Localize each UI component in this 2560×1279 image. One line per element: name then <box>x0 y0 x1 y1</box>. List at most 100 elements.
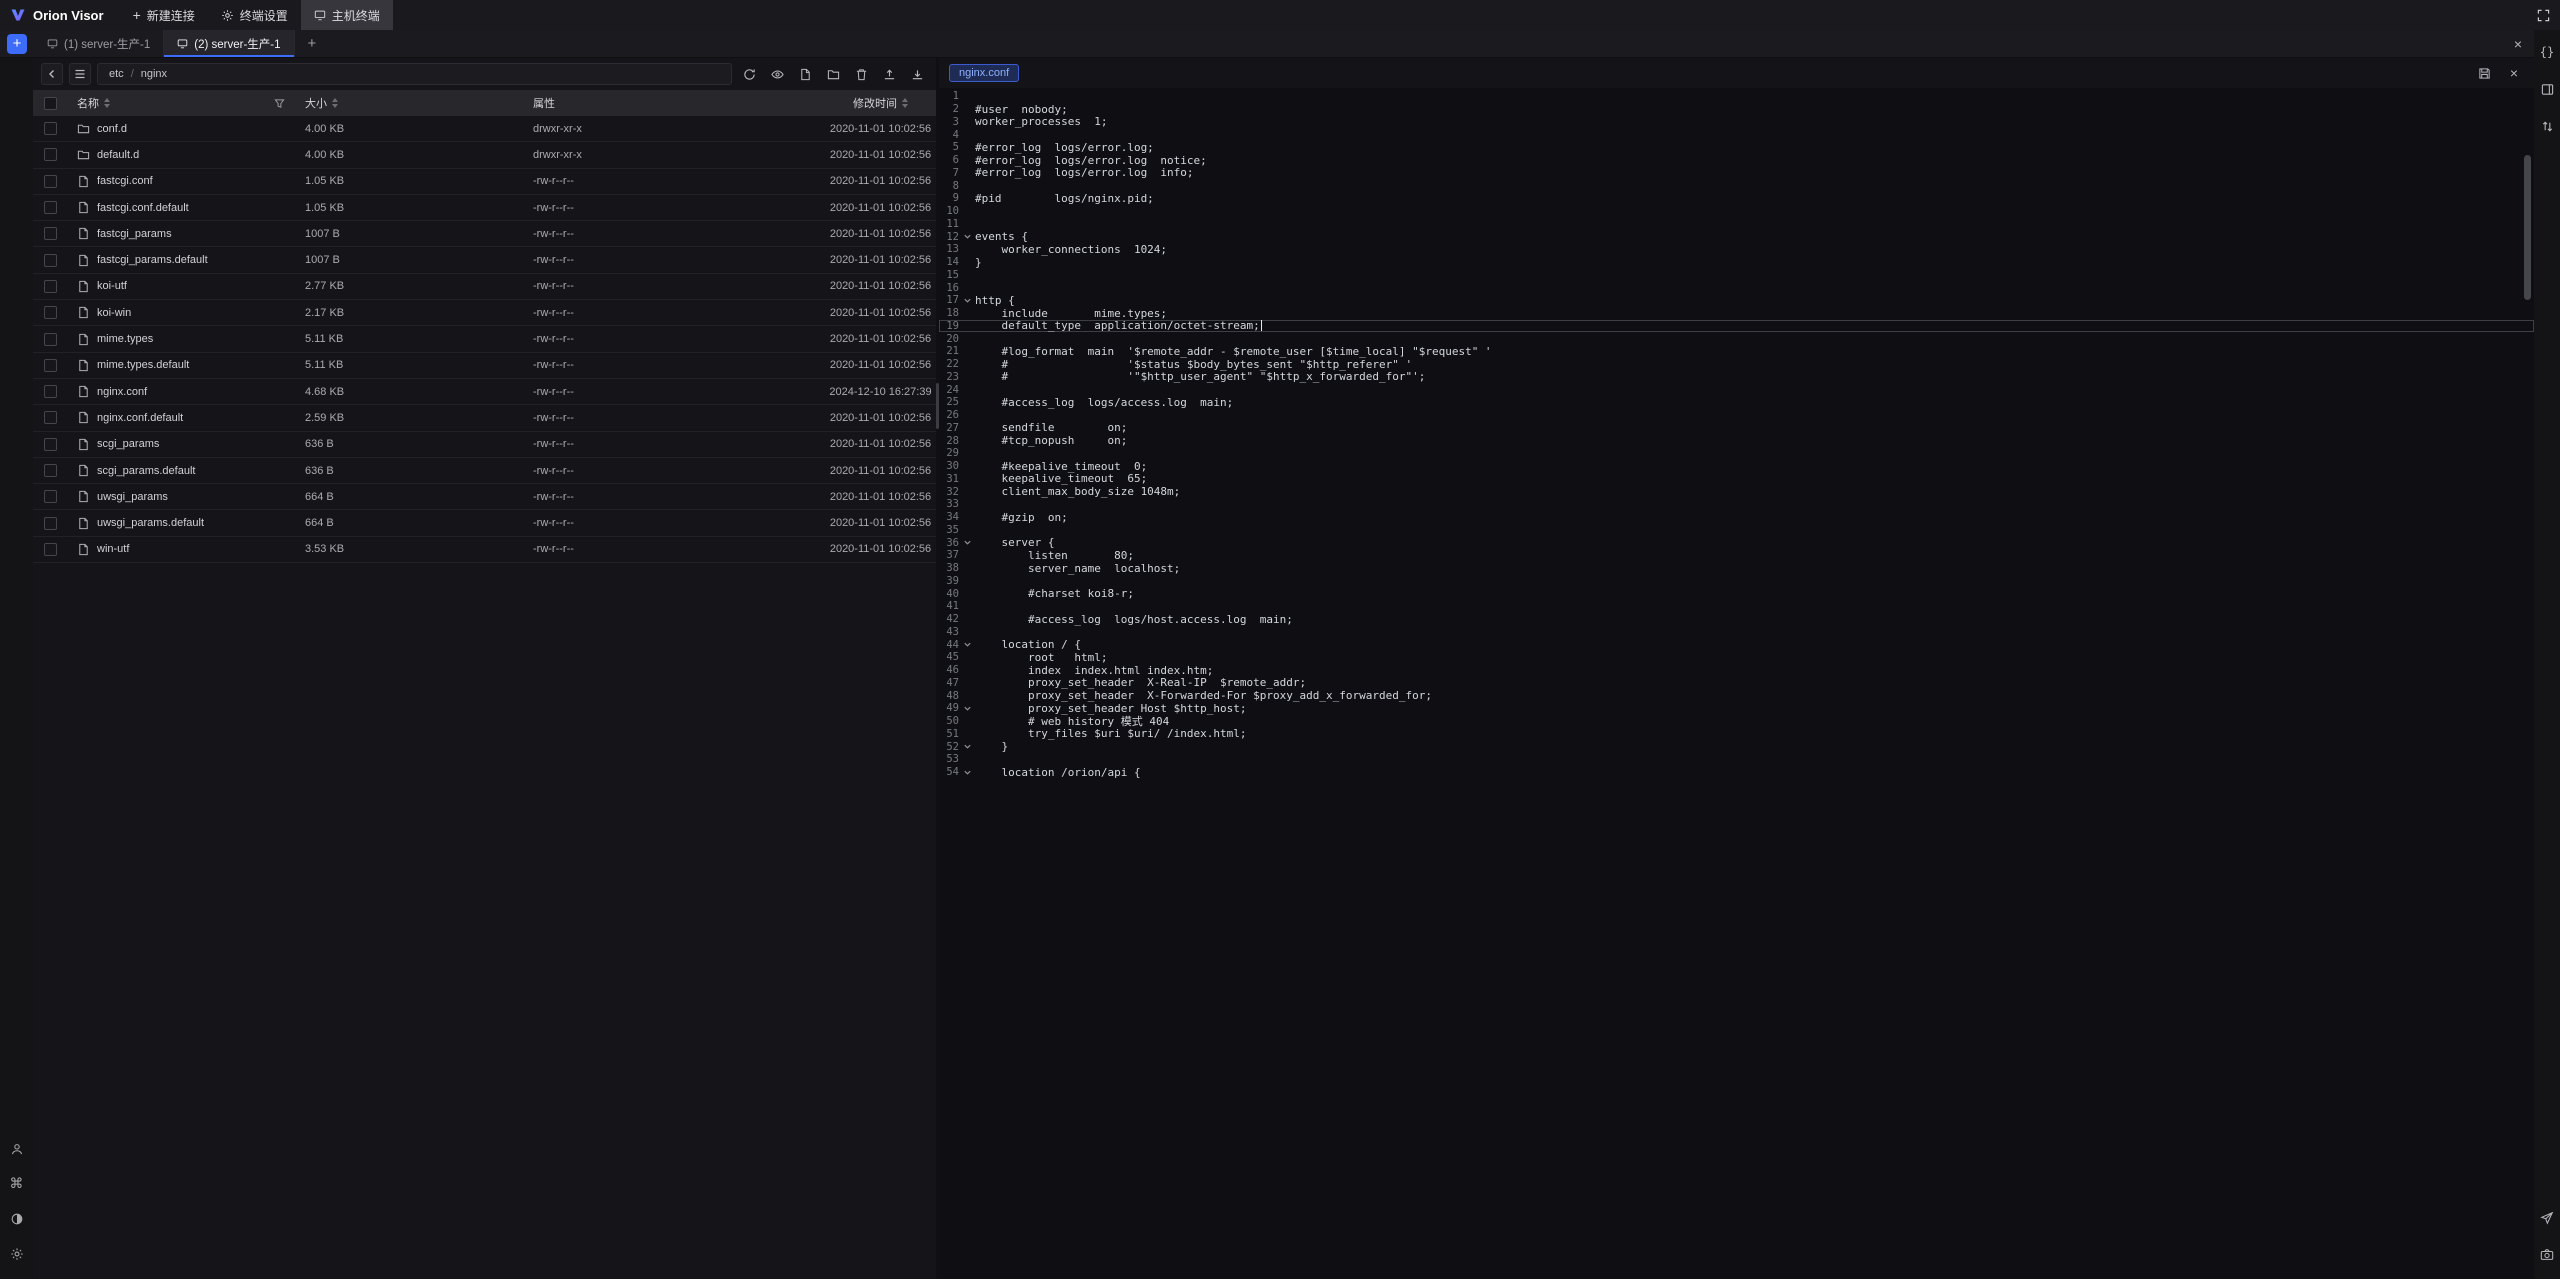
send-icon[interactable] <box>2537 1208 2557 1228</box>
save-button[interactable] <box>2474 63 2494 83</box>
fold-arrow-icon[interactable] <box>963 742 972 751</box>
new-folder-button[interactable] <box>822 63 844 85</box>
fold-arrow-icon[interactable] <box>963 768 972 777</box>
table-row[interactable]: fastcgi_params.default1007 B-rw-r--r--20… <box>33 247 936 273</box>
file-name[interactable]: mime.types.default <box>97 359 189 371</box>
table-row[interactable]: default.d4.00 KBdrwxr-xr-x2020-11-01 10:… <box>33 142 936 168</box>
file-name[interactable]: scgi_params <box>97 438 159 450</box>
sort-size-icon[interactable] <box>332 98 338 108</box>
sort-mtime-icon[interactable] <box>902 98 908 108</box>
fold-gutter[interactable] <box>959 232 975 241</box>
code-line[interactable]: 45 root html; <box>939 651 2534 664</box>
code-line[interactable]: 24 <box>939 383 2534 396</box>
code-line[interactable]: 17http { <box>939 294 2534 307</box>
file-name[interactable]: conf.d <box>97 123 127 135</box>
add-tab-button[interactable]: + <box>295 30 330 57</box>
code-line[interactable]: 23 # '"$http_user_agent" "$http_x_forwar… <box>939 371 2534 384</box>
fold-arrow-icon[interactable] <box>963 232 972 241</box>
table-row[interactable]: mime.types5.11 KB-rw-r--r--2020-11-01 10… <box>33 326 936 352</box>
code-line[interactable]: 16 <box>939 281 2534 294</box>
code-line[interactable]: 53 <box>939 753 2534 766</box>
sort-name-icon[interactable] <box>104 98 110 108</box>
editor-scrollbar[interactable] <box>2524 155 2531 300</box>
breadcrumb-segment-nginx[interactable]: nginx <box>141 68 167 80</box>
table-row[interactable]: uwsgi_params.default664 B-rw-r--r--2020-… <box>33 510 936 536</box>
code-line[interactable]: 9#pid logs/nginx.pid; <box>939 192 2534 205</box>
table-row[interactable]: fastcgi_params1007 B-rw-r--r--2020-11-01… <box>33 221 936 247</box>
code-editor[interactable]: 12#user nobody;3worker_processes 1;45#er… <box>939 88 2534 1279</box>
refresh-button[interactable] <box>738 63 760 85</box>
table-row[interactable]: nginx.conf4.68 KB-rw-r--r--2024-12-10 16… <box>33 379 936 405</box>
fold-gutter[interactable] <box>959 640 975 649</box>
code-line[interactable]: 47 proxy_set_header X-Real-IP $remote_ad… <box>939 677 2534 690</box>
row-checkbox[interactable] <box>44 411 57 424</box>
file-name[interactable]: fastcgi_params.default <box>97 254 208 266</box>
file-name[interactable]: mime.types <box>97 333 153 345</box>
code-line[interactable]: 25 #access_log logs/access.log main; <box>939 396 2534 409</box>
file-name[interactable]: win-utf <box>97 543 129 555</box>
code-line[interactable]: 33 <box>939 498 2534 511</box>
row-checkbox[interactable] <box>44 254 57 267</box>
code-line[interactable]: 3worker_processes 1; <box>939 116 2534 129</box>
row-checkbox[interactable] <box>44 148 57 161</box>
breadcrumb[interactable]: etc / nginx <box>97 63 732 85</box>
code-line[interactable]: 14} <box>939 256 2534 269</box>
row-checkbox[interactable] <box>44 175 57 188</box>
table-row[interactable]: conf.d4.00 KBdrwxr-xr-x2020-11-01 10:02:… <box>33 116 936 142</box>
code-line[interactable]: 21 #log_format main '$remote_addr - $rem… <box>939 345 2534 358</box>
row-checkbox[interactable] <box>44 333 57 346</box>
settings-icon[interactable] <box>7 1244 27 1264</box>
file-name[interactable]: uwsgi_params.default <box>97 517 204 529</box>
screenshot-icon[interactable] <box>2537 1245 2557 1265</box>
table-row[interactable]: scgi_params636 B-rw-r--r--2020-11-01 10:… <box>33 432 936 458</box>
menu-new-connection[interactable]: + 新建连接 <box>120 0 208 30</box>
code-line[interactable]: 44 location / { <box>939 638 2534 651</box>
table-row[interactable]: fastcgi.conf.default1.05 KB-rw-r--r--202… <box>33 195 936 221</box>
fold-gutter[interactable] <box>959 704 975 713</box>
row-checkbox[interactable] <box>44 517 57 530</box>
code-line[interactable]: 35 <box>939 524 2534 537</box>
select-all-checkbox[interactable] <box>44 97 57 110</box>
file-name[interactable]: fastcgi_params <box>97 228 172 240</box>
file-name[interactable]: koi-utf <box>97 280 127 292</box>
fullscreen-button[interactable] <box>2527 0 2560 30</box>
new-tab-button[interactable]: + <box>7 34 27 54</box>
table-row[interactable]: win-utf3.53 KB-rw-r--r--2020-11-01 10:02… <box>33 537 936 563</box>
row-checkbox[interactable] <box>44 227 57 240</box>
fold-gutter[interactable] <box>959 538 975 547</box>
code-line[interactable]: 18 include mime.types; <box>939 307 2534 320</box>
swap-vertical-icon[interactable] <box>2537 116 2557 136</box>
code-line[interactable]: 20 <box>939 332 2534 345</box>
table-row[interactable]: koi-win2.17 KB-rw-r--r--2020-11-01 10:02… <box>33 300 936 326</box>
upload-button[interactable] <box>878 63 900 85</box>
code-line[interactable]: 7#error_log logs/error.log info; <box>939 167 2534 180</box>
table-row[interactable]: scgi_params.default636 B-rw-r--r--2020-1… <box>33 458 936 484</box>
file-name[interactable]: koi-win <box>97 307 131 319</box>
file-name[interactable]: nginx.conf.default <box>97 412 183 424</box>
code-line[interactable]: 52 } <box>939 740 2534 753</box>
table-row[interactable]: nginx.conf.default2.59 KB-rw-r--r--2020-… <box>33 405 936 431</box>
code-line[interactable]: 6#error_log logs/error.log notice; <box>939 154 2534 167</box>
table-row[interactable]: fastcgi.conf1.05 KB-rw-r--r--2020-11-01 … <box>33 169 936 195</box>
command-icon[interactable]: ⌘ <box>7 1174 27 1194</box>
code-line[interactable]: 8 <box>939 179 2534 192</box>
braces-icon[interactable]: {} <box>2537 42 2557 62</box>
theme-icon[interactable] <box>7 1209 27 1229</box>
code-line[interactable]: 28 #tcp_nopush on; <box>939 434 2534 447</box>
code-line[interactable]: 54 location /orion/api { <box>939 766 2534 779</box>
code-line[interactable]: 43 <box>939 626 2534 639</box>
code-line[interactable]: 12events { <box>939 230 2534 243</box>
table-row[interactable]: mime.types.default5.11 KB-rw-r--r--2020-… <box>33 353 936 379</box>
row-checkbox[interactable] <box>44 359 57 372</box>
new-file-button[interactable] <box>794 63 816 85</box>
code-line[interactable]: 40 #charset koi8-r; <box>939 587 2534 600</box>
code-line[interactable]: 15 <box>939 269 2534 282</box>
code-line[interactable]: 37 listen 80; <box>939 549 2534 562</box>
fold-gutter[interactable] <box>959 768 975 777</box>
back-button[interactable] <box>41 63 63 85</box>
file-name[interactable]: fastcgi.conf <box>97 175 153 187</box>
table-row[interactable]: koi-utf2.77 KB-rw-r--r--2020-11-01 10:02… <box>33 274 936 300</box>
code-line[interactable]: 32 client_max_body_size 1048m; <box>939 485 2534 498</box>
file-name[interactable]: nginx.conf <box>97 386 147 398</box>
breadcrumb-segment-etc[interactable]: etc <box>109 68 124 80</box>
